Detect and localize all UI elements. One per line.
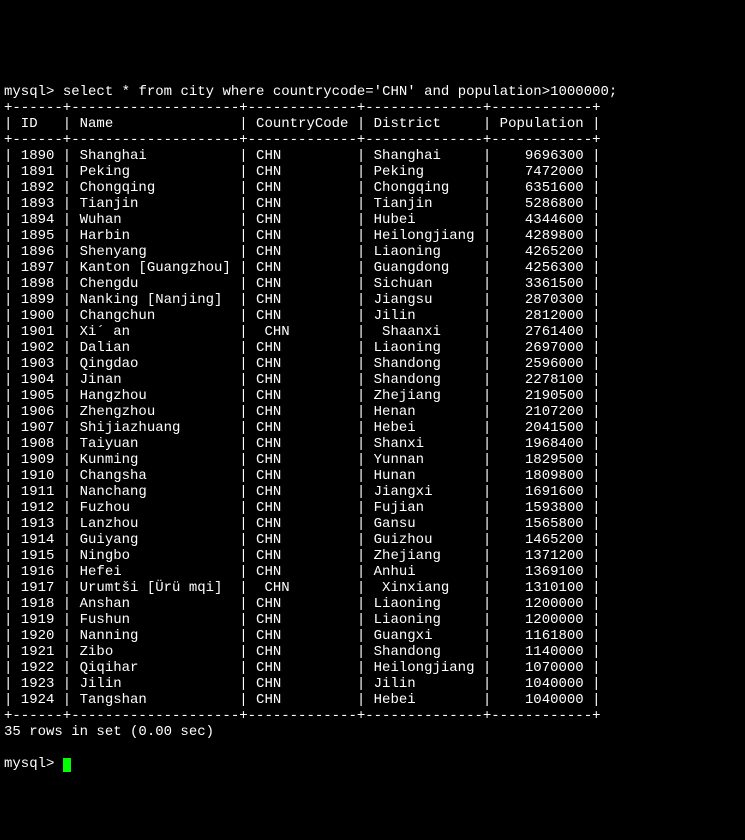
terminal[interactable]: mysql> select * from city where countryc…: [0, 64, 745, 776]
border-bot: +------+--------------------+-----------…: [4, 708, 601, 724]
table-body: | 1890 | Shanghai | CHN | Shanghai | 969…: [4, 148, 601, 708]
border-mid: +------+--------------------+-----------…: [4, 132, 601, 148]
sql-query: select * from city where countrycode='CH…: [63, 84, 618, 100]
mysql-prompt-2: mysql>: [4, 756, 54, 772]
prompt-line: mysql> select * from city where countryc…: [4, 84, 617, 100]
result-footer: 35 rows in set (0.00 sec): [4, 724, 214, 740]
header-row: | ID | Name | CountryCode | District | P…: [4, 116, 601, 132]
cursor[interactable]: [63, 758, 71, 772]
mysql-prompt: mysql>: [4, 84, 54, 100]
border-top: +------+--------------------+-----------…: [4, 100, 601, 116]
